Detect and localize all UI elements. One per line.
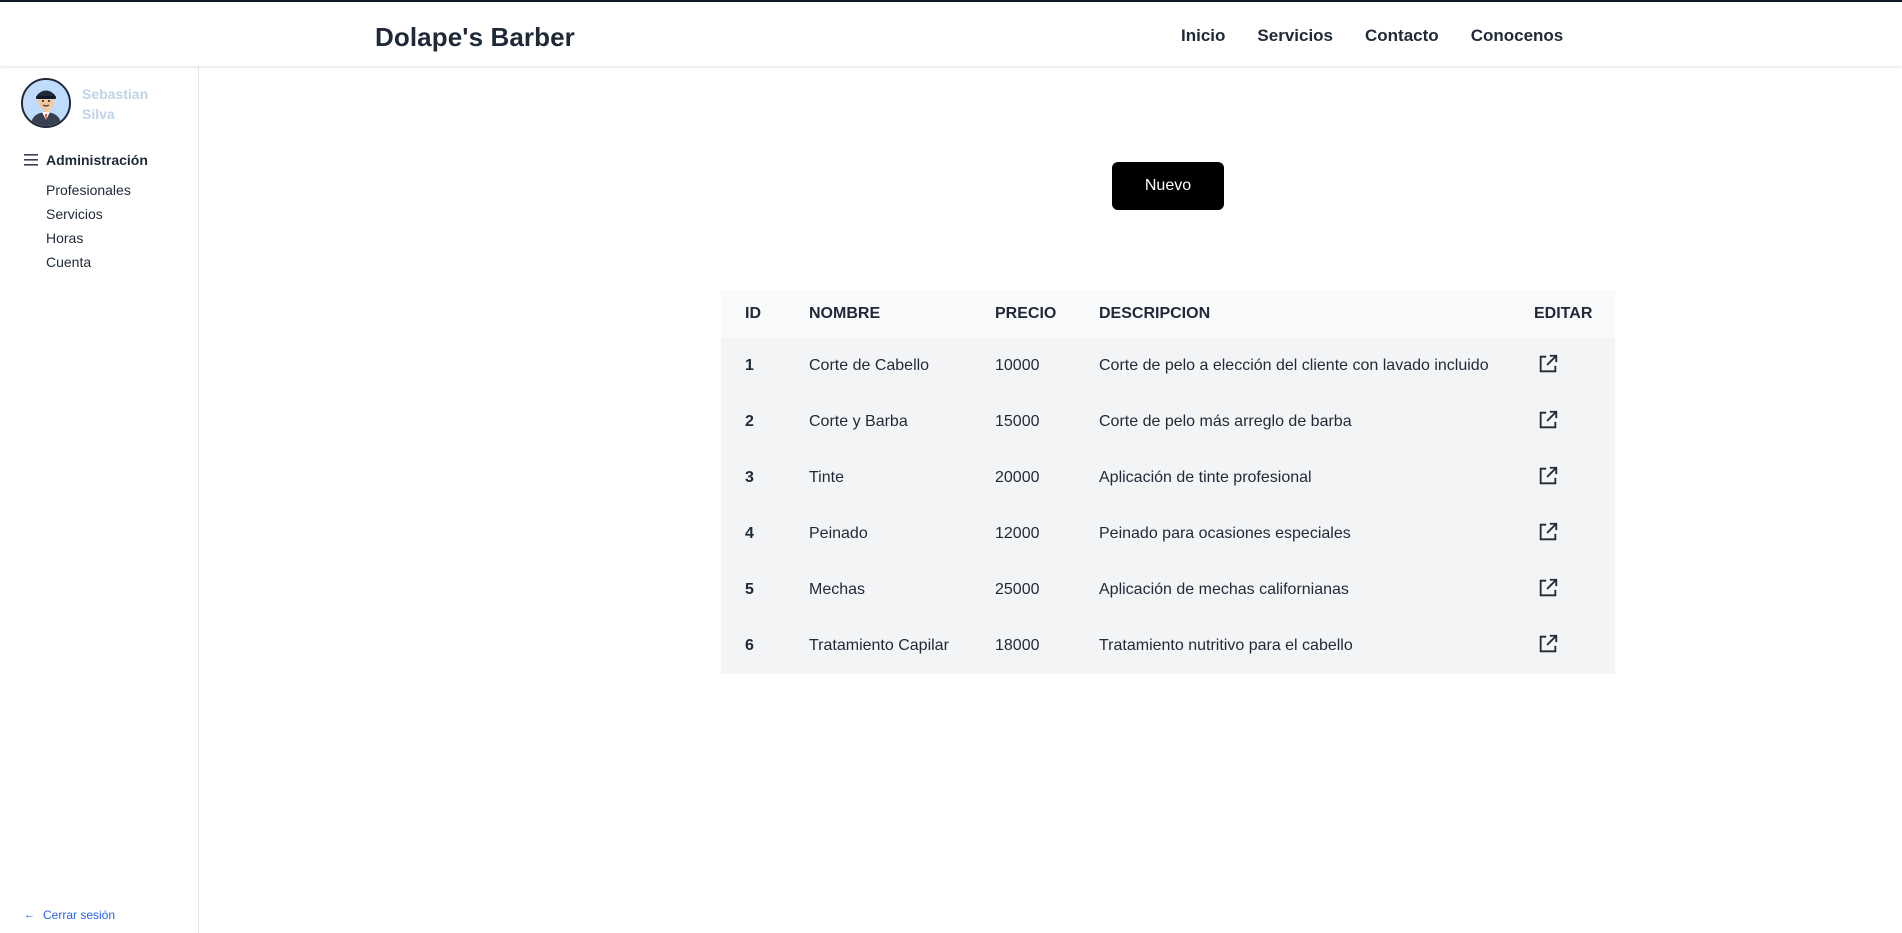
column-header-descripcion: DESCRIPCION	[1099, 305, 1211, 322]
cell-id: 6	[745, 637, 754, 654]
cell-editar	[1510, 562, 1615, 618]
table-row: 6 Tratamiento Capilar 18000 Tratamiento …	[721, 618, 1615, 674]
table-row: 5 Mechas 25000 Aplicación de mechas cali…	[721, 562, 1615, 618]
cell-nombre: Corte de Cabello	[809, 357, 930, 374]
barber-avatar-icon	[23, 80, 69, 126]
table-row: 4 Peinado 12000 Peinado para ocasiones e…	[721, 506, 1615, 562]
external-link-icon[interactable]	[1537, 633, 1559, 655]
cell-editar	[1510, 450, 1615, 506]
table-row: 3 Tinte 20000 Aplicación de tinte profes…	[721, 450, 1615, 506]
cell-editar	[1510, 506, 1615, 562]
sidebar-item-profesionales[interactable]: Profesionales	[46, 178, 131, 202]
external-link-icon[interactable]	[1537, 409, 1559, 431]
logout-link[interactable]: ← Cerrar sesión	[24, 908, 115, 922]
table-header-row: ID NOMBRE PRECIO DESCRIPCION EDITAR	[721, 290, 1615, 338]
main-nav: Inicio Servicios Contacto Conocenos	[1181, 26, 1595, 46]
cell-precio: 15000	[995, 413, 1040, 430]
cell-descripcion: Aplicación de tinte profesional	[1099, 469, 1312, 486]
cell-descripcion: Aplicación de mechas californianas	[1099, 581, 1349, 598]
cell-nombre: Peinado	[809, 525, 868, 542]
user-name: Sebastian Silva	[82, 86, 149, 122]
external-link-icon[interactable]	[1537, 353, 1559, 375]
arrow-left-icon: ←	[24, 909, 35, 921]
nav-link-servicios[interactable]: Servicios	[1257, 26, 1333, 46]
cell-editar	[1510, 338, 1615, 394]
cell-id: 2	[745, 413, 754, 430]
cell-id: 3	[745, 469, 754, 486]
table-row: 2 Corte y Barba 15000 Corte de pelo más …	[721, 394, 1615, 450]
nav-link-conocenos[interactable]: Conocenos	[1471, 26, 1564, 46]
cell-precio: 25000	[995, 581, 1040, 598]
top-navbar: Dolape's Barber Inicio Servicios Contact…	[0, 0, 1902, 66]
brand-title[interactable]: Dolape's Barber	[375, 22, 575, 53]
nav-link-contacto[interactable]: Contacto	[1365, 26, 1439, 46]
admin-submenu: Profesionales Servicios Horas Cuenta	[46, 178, 131, 274]
external-link-icon[interactable]	[1537, 577, 1559, 599]
hamburger-menu-icon	[24, 154, 38, 166]
cell-descripcion: Tratamiento nutritivo para el cabello	[1099, 637, 1353, 654]
external-link-icon[interactable]	[1537, 521, 1559, 543]
admin-section-label: Administración	[46, 152, 148, 168]
column-header-id: ID	[745, 305, 761, 322]
avatar	[21, 78, 71, 128]
cell-precio: 12000	[995, 525, 1040, 542]
sidebar-item-horas[interactable]: Horas	[46, 226, 131, 250]
cell-nombre: Mechas	[809, 581, 866, 598]
cell-nombre: Corte y Barba	[809, 413, 908, 430]
cell-id: 4	[745, 525, 754, 542]
services-table: ID NOMBRE PRECIO DESCRIPCION EDITAR 1 Co…	[721, 290, 1615, 674]
nav-link-inicio[interactable]: Inicio	[1181, 26, 1225, 46]
logout-label: Cerrar sesión	[43, 908, 116, 922]
cell-id: 1	[745, 357, 754, 374]
new-service-button[interactable]: Nuevo	[1112, 162, 1224, 210]
admin-section-header[interactable]: Administración	[24, 152, 148, 168]
cell-descripcion: Corte de pelo más arreglo de barba	[1099, 413, 1352, 430]
cell-precio: 10000	[995, 357, 1040, 374]
cell-nombre: Tinte	[809, 469, 844, 486]
sidebar-item-cuenta[interactable]: Cuenta	[46, 250, 131, 274]
cell-precio: 18000	[995, 637, 1040, 654]
cell-editar	[1510, 618, 1615, 674]
table-row: 1 Corte de Cabello 10000 Corte de pelo a…	[721, 338, 1615, 394]
column-header-precio: PRECIO	[995, 305, 1057, 322]
column-header-editar: EDITAR	[1534, 305, 1593, 322]
sidebar: Sebastian Silva Administración Profesion…	[0, 66, 199, 933]
cell-precio: 20000	[995, 469, 1040, 486]
cell-descripcion: Corte de pelo a elección del cliente con…	[1099, 357, 1489, 374]
cell-nombre: Tratamiento Capilar	[809, 637, 949, 654]
services-table-container: ID NOMBRE PRECIO DESCRIPCION EDITAR 1 Co…	[721, 290, 1615, 674]
external-link-icon[interactable]	[1537, 465, 1559, 487]
cell-descripcion: Peinado para ocasiones especiales	[1099, 525, 1351, 542]
cell-editar	[1510, 394, 1615, 450]
column-header-nombre: NOMBRE	[809, 305, 881, 322]
cell-id: 5	[745, 581, 754, 598]
sidebar-item-servicios[interactable]: Servicios	[46, 202, 131, 226]
